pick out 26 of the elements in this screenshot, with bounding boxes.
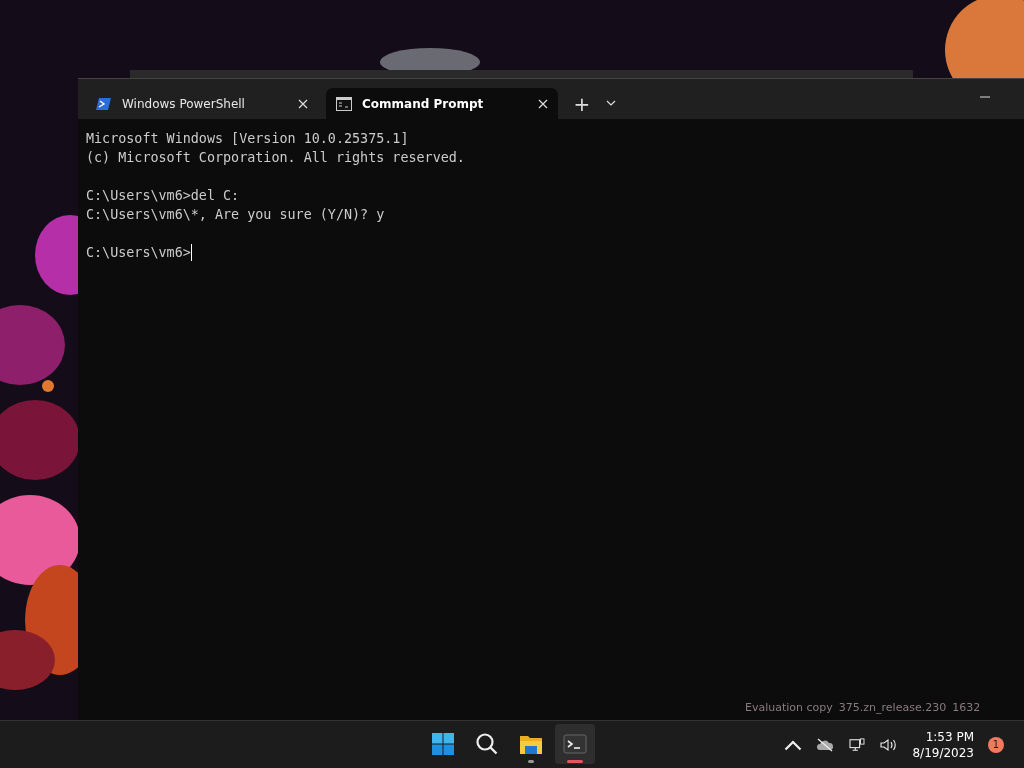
terminal-line: C:\Users\vm6>: [86, 244, 191, 262]
tab[interactable]: Command Prompt: [326, 88, 558, 119]
dropdown-icon[interactable]: [606, 100, 616, 106]
search-icon: [475, 732, 499, 756]
time-text: 1:53 PM: [925, 728, 974, 745]
windows-logo-icon: [431, 732, 455, 756]
close-icon[interactable]: [538, 98, 548, 109]
date-text: 8/19/2023: [912, 744, 974, 761]
terminal-icon: [563, 732, 587, 756]
command-prompt-icon: [336, 96, 352, 111]
tab[interactable]: Windows PowerShell: [86, 88, 318, 119]
cloud-icon[interactable]: [816, 737, 835, 752]
speaker-icon[interactable]: [880, 737, 899, 752]
terminal-line: C:\Users\vm6>del C:: [86, 187, 240, 205]
network-icon[interactable]: [848, 737, 867, 752]
watermark-text: 1632: [952, 701, 981, 714]
terminal-line: (c) Microsoft Corporation. All rights reserved.: [86, 149, 465, 167]
powershell-icon: [96, 96, 112, 111]
watermark-text: 375.zn_release.230: [838, 701, 947, 714]
notification-badge[interactable]: 1: [988, 736, 1004, 753]
watermark-text: Evaluation copy: [745, 701, 833, 714]
terminal-line: Microsoft Windows [Version 10.0.25375.1]: [86, 130, 409, 148]
new-tab-button[interactable]: +: [568, 88, 596, 119]
close-icon[interactable]: [298, 98, 308, 109]
terminal-line: C:\Users\vm6\*, Are you sure (Y/N)? y: [86, 206, 385, 224]
clock[interactable]: 1:53 PM 8/19/2023: [912, 728, 974, 761]
